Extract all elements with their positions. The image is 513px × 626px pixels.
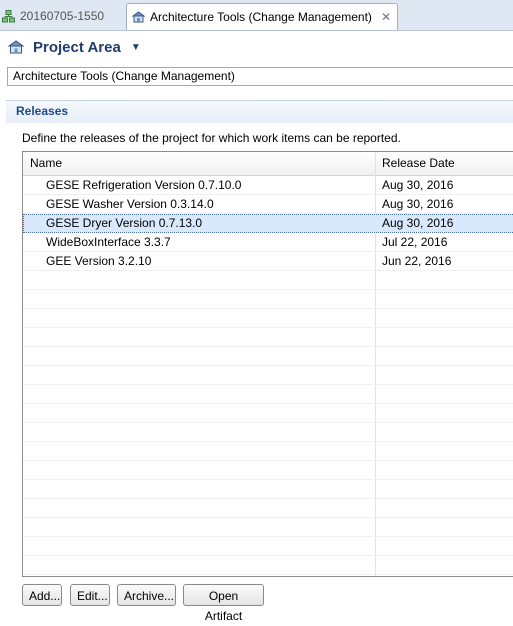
release-date: Jun 22, 2016 [382,254,452,268]
editor-tab-strip: 20160705-1550 Architecture Tools (Change… [0,0,513,31]
editor-header: Project Area ▼ [0,31,513,63]
table-row[interactable]: GESE Refrigeration Version 0.7.10.0 Aug 3… [23,176,513,195]
archive-button[interactable]: Archive... [117,584,176,606]
column-header-name[interactable]: Name [30,152,62,175]
section-title: Releases [16,104,69,118]
table-row [23,271,513,290]
table-row [23,442,513,461]
tab-label: 20160705-1550 [20,8,105,23]
table-row [23,480,513,499]
tab-label: Architecture Tools (Change Management) [150,10,372,24]
close-icon[interactable]: ✕ [381,10,391,24]
table-row [23,385,513,404]
table-row [23,499,513,518]
release-name: GESE Washer Version 0.3.14.0 [46,197,214,211]
project-name-field[interactable]: Architecture Tools (Change Management) [7,67,513,86]
table-row [23,556,513,575]
release-name: WideBoxInterface 3.3.7 [46,235,171,249]
release-date: Aug 30, 2016 [382,197,454,211]
release-name: GESE Refrigeration Version 0.7.10.0 [46,178,242,192]
build-icon [2,9,15,22]
release-name: GESE Dryer Version 0.7.13.0 [46,216,203,230]
table-row [23,518,513,537]
releases-section-header[interactable]: Releases [6,100,513,123]
project-area-icon [7,40,25,54]
table-body: GESE Refrigeration Version 0.7.10.0 Aug 3… [23,176,513,575]
release-date: Aug 30, 2016 [382,178,454,192]
tab-project-area[interactable]: Architecture Tools (Change Management) ✕ [126,3,398,30]
table-row [23,347,513,366]
release-name: GEE Version 3.2.10 [46,254,152,268]
release-date: Jul 22, 2016 [382,235,448,249]
table-row[interactable]: WideBoxInterface 3.3.7 Jul 22, 2016 [23,233,513,252]
column-header-release-date[interactable]: Release Date [382,152,455,175]
table-row [23,537,513,556]
table-row [23,404,513,423]
open-artifact-button[interactable]: Open Artifact [183,584,264,623]
tab-build-result[interactable]: 20160705-1550 [0,2,126,29]
table-row [23,290,513,309]
table-row[interactable]: GESE Washer Version 0.3.14.0 Aug 30, 2016 [23,195,513,214]
chevron-down-icon[interactable]: ▼ [131,42,141,53]
table-row[interactable]: GESE Dryer Version 0.7.13.0 Aug 30, 2016 [23,214,513,233]
page-title: Project Area [33,38,121,56]
add-button[interactable]: Add... [22,584,62,606]
project-area-icon [132,11,145,23]
table-row [23,461,513,480]
table-row [23,328,513,347]
table-row [23,423,513,442]
edit-button[interactable]: Edit... [70,584,110,606]
table-row [23,366,513,385]
table-row [23,309,513,328]
releases-description: Define the releases of the project for w… [22,131,401,145]
releases-table[interactable]: Name Release Date GESE Refrigeration Ver… [22,151,513,577]
release-date: Aug 30, 2016 [382,216,454,230]
table-header: Name Release Date [23,152,513,176]
table-row[interactable]: GEE Version 3.2.10 Jun 22, 2016 [23,252,513,271]
